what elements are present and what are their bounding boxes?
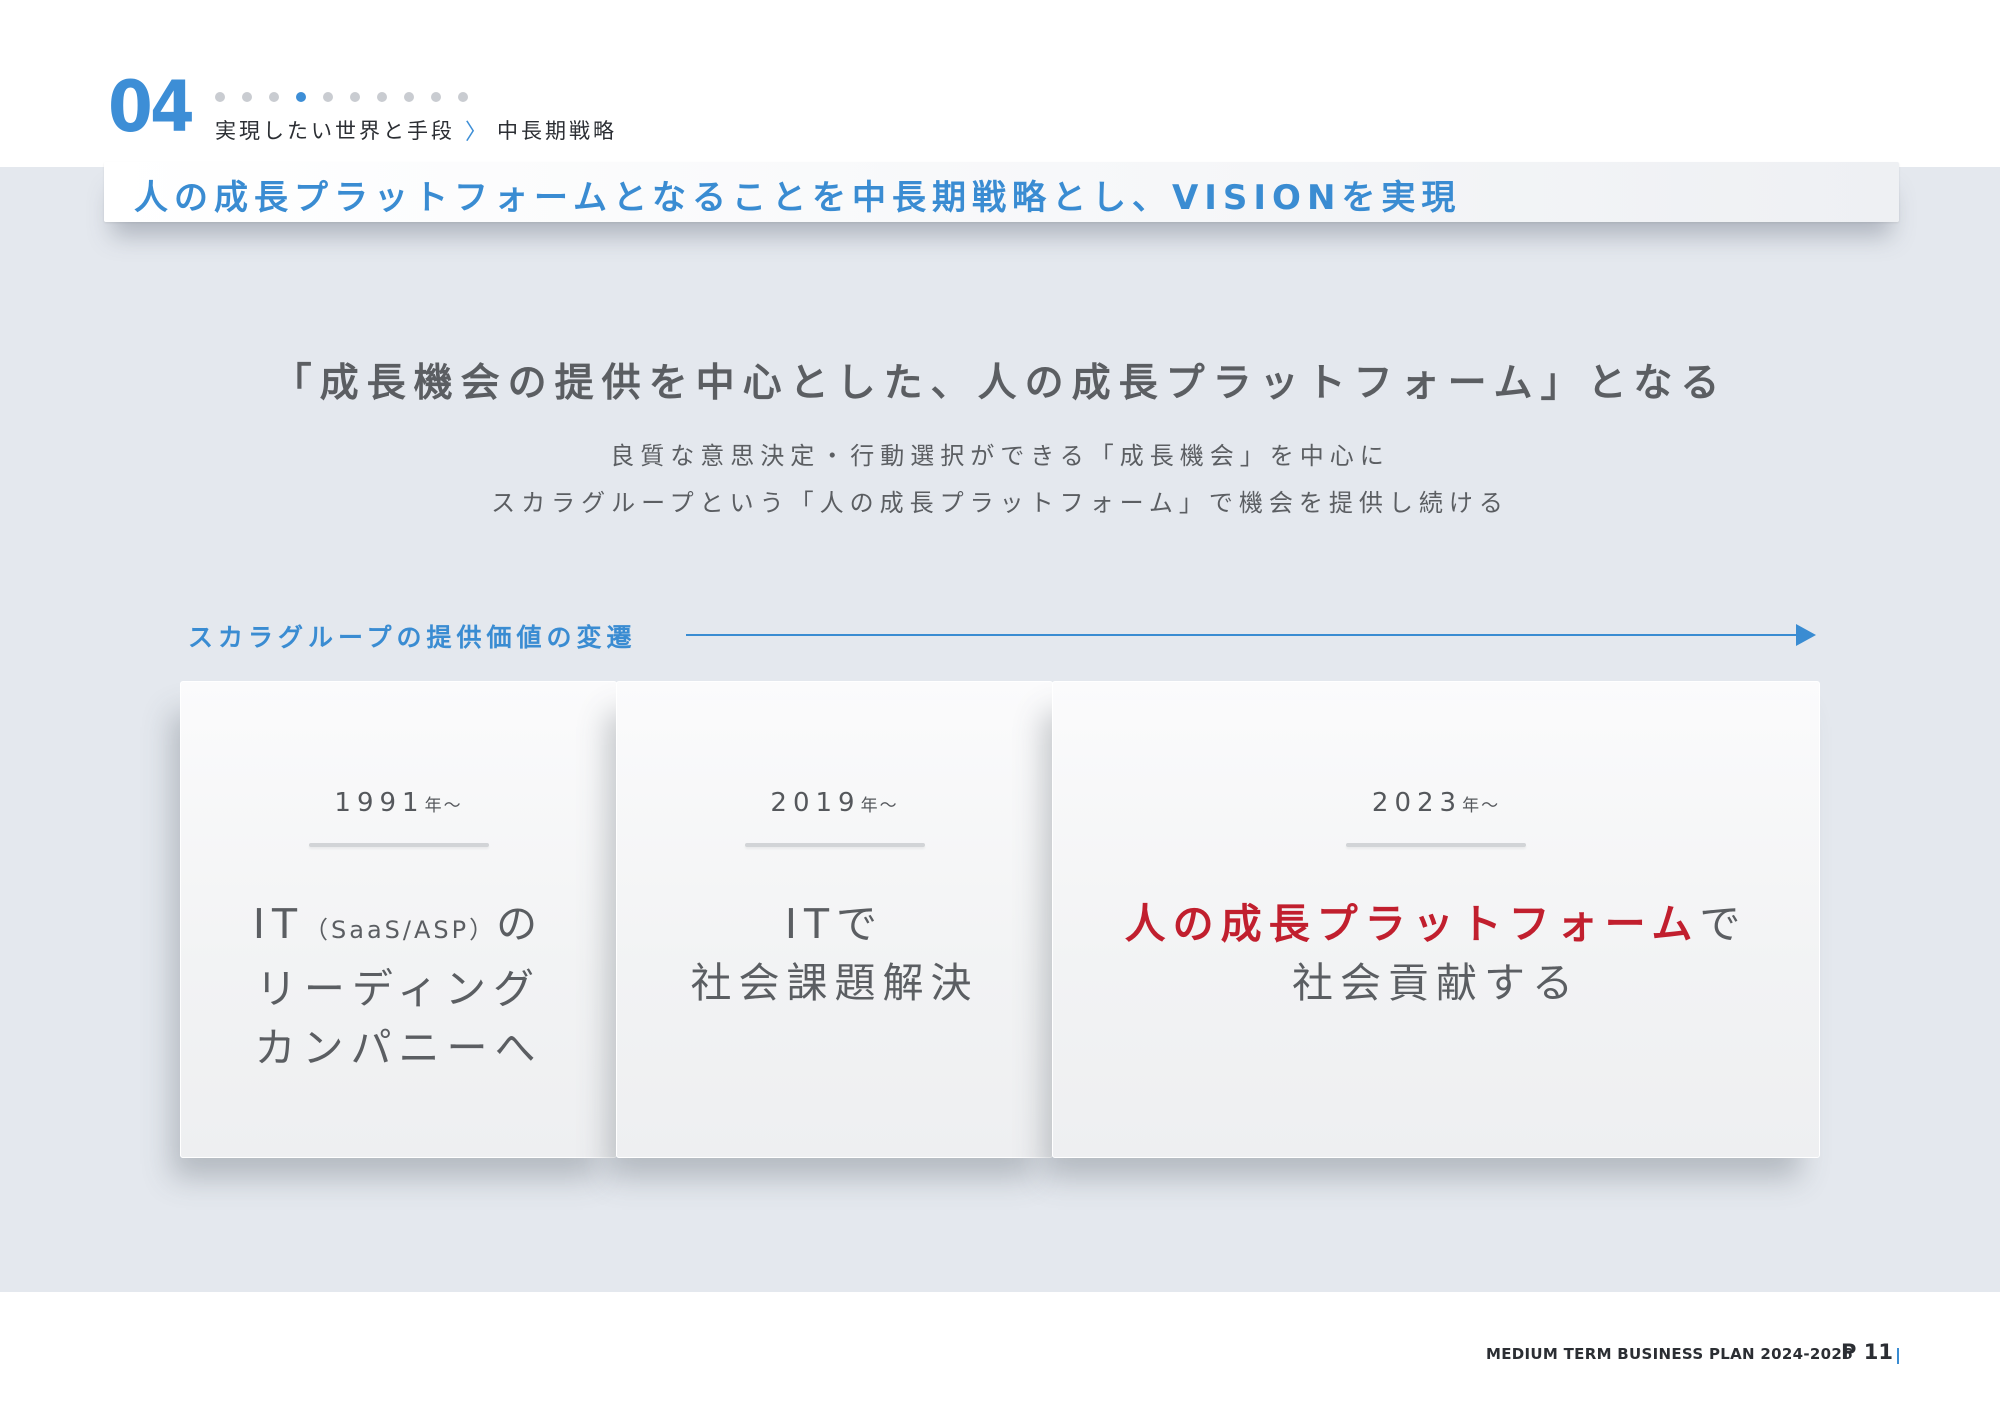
section-number: 04 <box>108 66 195 148</box>
stage-line: カンパニーへ <box>254 1024 543 1072</box>
stage-year-suffix: 年〜 <box>424 796 463 816</box>
stage-text-it: IT <box>252 900 305 948</box>
progress-dot <box>431 92 441 102</box>
slide-page: 04 実現したい世界と手段 〉 中長期戦略 人の成長プラットフォームとなることを… <box>0 0 2000 1415</box>
stage-year-number: 2019 <box>770 788 861 818</box>
stage-description: IT（SaaS/ASP）の リーディング カンパニーへ <box>181 895 616 1078</box>
stage-description: 人の成長プラットフォームで 社会貢献する <box>1053 895 1819 1013</box>
progress-dot <box>242 92 252 102</box>
year-underline <box>308 843 489 847</box>
stage-line: 人の成長プラットフォームで <box>1053 895 1819 954</box>
stage-year: 2019年〜 <box>617 788 1052 818</box>
stage-text-particle: の <box>496 900 545 948</box>
footer-divider <box>1897 1348 1899 1364</box>
year-underline <box>744 843 925 847</box>
stage-year-suffix: 年〜 <box>860 796 899 816</box>
progress-dot <box>458 92 468 102</box>
progress-dot <box>269 92 279 102</box>
stage-text-saas: （SaaS/ASP） <box>304 916 497 944</box>
mission-subline: スカラグループという「人の成長プラットフォーム」で機会を提供し続ける <box>491 489 1509 517</box>
stage-year: 2023年〜 <box>1053 788 1819 818</box>
page-number: P 11 <box>1841 1340 1893 1364</box>
progress-dot <box>350 92 360 102</box>
breadcrumb: 実現したい世界と手段 〉 中長期戦略 <box>215 114 617 146</box>
title-bar: 人の成長プラットフォームとなることを中長期戦略とし、VISIONを実現 <box>104 162 1899 222</box>
stage-text-highlight: 人の成長プラットフォーム <box>1124 900 1700 948</box>
breadcrumb-item-current: 中長期戦略 <box>497 119 618 143</box>
mission-subline: 良質な意思決定・行動選択ができる「成長機会」を中心に <box>610 442 1390 470</box>
stage-year-number: 2023 <box>1371 788 1463 818</box>
transition-label: スカラグループの提供価値の変遷 <box>188 623 637 652</box>
breadcrumb-chevron-icon: 〉 <box>465 120 488 145</box>
stage-year-suffix: 年〜 <box>1462 796 1501 816</box>
stage-year: 1991年〜 <box>181 788 616 818</box>
stage-text-particle: で <box>1699 900 1748 948</box>
footer-plan-label: MEDIUM TERM BUSINESS PLAN 2024-2026 <box>1486 1345 1853 1363</box>
page-title: 人の成長プラットフォームとなることを中長期戦略とし、VISIONを実現 <box>134 178 1462 218</box>
stage-card-2019: 2019年〜 ITで 社会課題解決 <box>616 681 1053 1158</box>
stage-line: リーディング <box>255 965 542 1013</box>
arrow-right-icon <box>1796 624 1816 646</box>
progress-dot <box>323 92 333 102</box>
stage-description: ITで 社会課題解決 <box>617 895 1052 1013</box>
progress-dot <box>215 92 225 102</box>
stage-card-1991: 1991年〜 IT（SaaS/ASP）の リーディング カンパニーへ <box>180 681 617 1158</box>
stage-line: ITで <box>784 900 885 948</box>
progress-dot <box>377 92 387 102</box>
breadcrumb-item-section: 実現したい世界と手段 <box>215 119 455 143</box>
timeline-arrow-line <box>686 634 1798 636</box>
progress-dot <box>404 92 414 102</box>
mission-headline: 「成長機会の提供を中心とした、人の成長プラットフォーム」となる <box>272 361 1728 406</box>
progress-dot-active <box>296 92 306 102</box>
stage-card-2023: 2023年〜 人の成長プラットフォームで 社会貢献する <box>1052 681 1820 1158</box>
stage-line: IT（SaaS/ASP）の <box>181 895 616 960</box>
year-underline <box>1346 843 1526 847</box>
stage-line: 社会貢献する <box>1292 959 1580 1007</box>
stage-year-number: 1991 <box>334 788 425 818</box>
progress-dots <box>215 92 468 102</box>
stage-line: 社会課題解決 <box>690 959 979 1007</box>
